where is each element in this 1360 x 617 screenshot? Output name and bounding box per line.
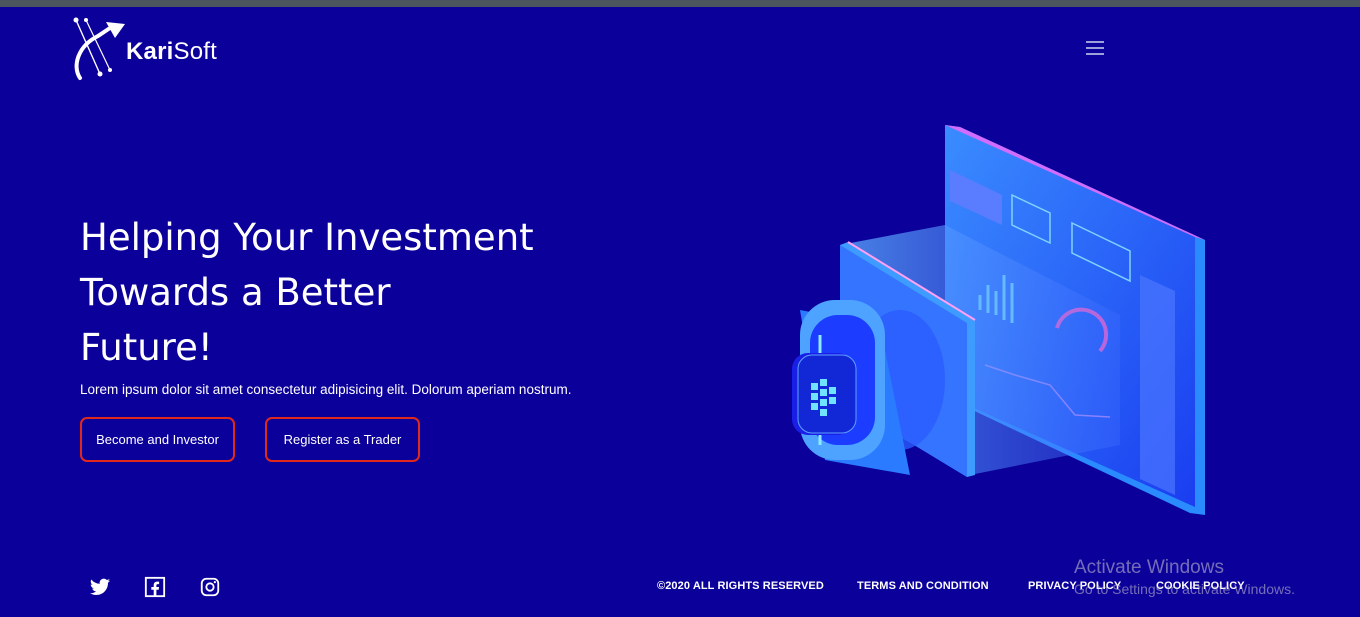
finance-dashboard-illustration [792,125,1205,515]
terms-link[interactable]: TERMS AND CONDITION [857,580,989,592]
facebook-icon[interactable] [144,576,166,598]
hero-subtitle: Lorem ipsum dolor sit amet consectetur a… [80,382,572,397]
copyright-text: ©2020 ALL RIGHTS RESERVED [657,580,824,592]
become-investor-button[interactable]: Become and Investor [80,417,235,462]
browser-top-bar [0,0,1360,7]
logo-regular-text: Soft [173,38,217,65]
hero-title-line: Towards a Better [80,271,391,314]
hero-title: Helping Your Investment Towards a Better… [80,210,600,375]
activate-windows-subtitle: Go to Settings to activate Windows. [1074,581,1295,597]
activate-windows-watermark: Activate Windows Go to Settings to activ… [1074,557,1295,597]
logo-bold-text: Kari [126,38,174,65]
register-trader-button[interactable]: Register as a Trader [265,417,420,462]
hero-title-line: Helping Your Investment [80,216,534,259]
activate-windows-title: Activate Windows [1074,557,1224,578]
twitter-icon[interactable] [89,576,111,598]
hero-title-line: Future! [80,326,213,369]
logo-wordmark: KariSoft [126,38,217,66]
instagram-icon[interactable] [199,576,221,598]
hamburger-menu-icon[interactable] [1086,39,1106,55]
karisoft-logo[interactable]: KariSoft [70,16,240,82]
logo-arrow-icon [73,17,125,80]
